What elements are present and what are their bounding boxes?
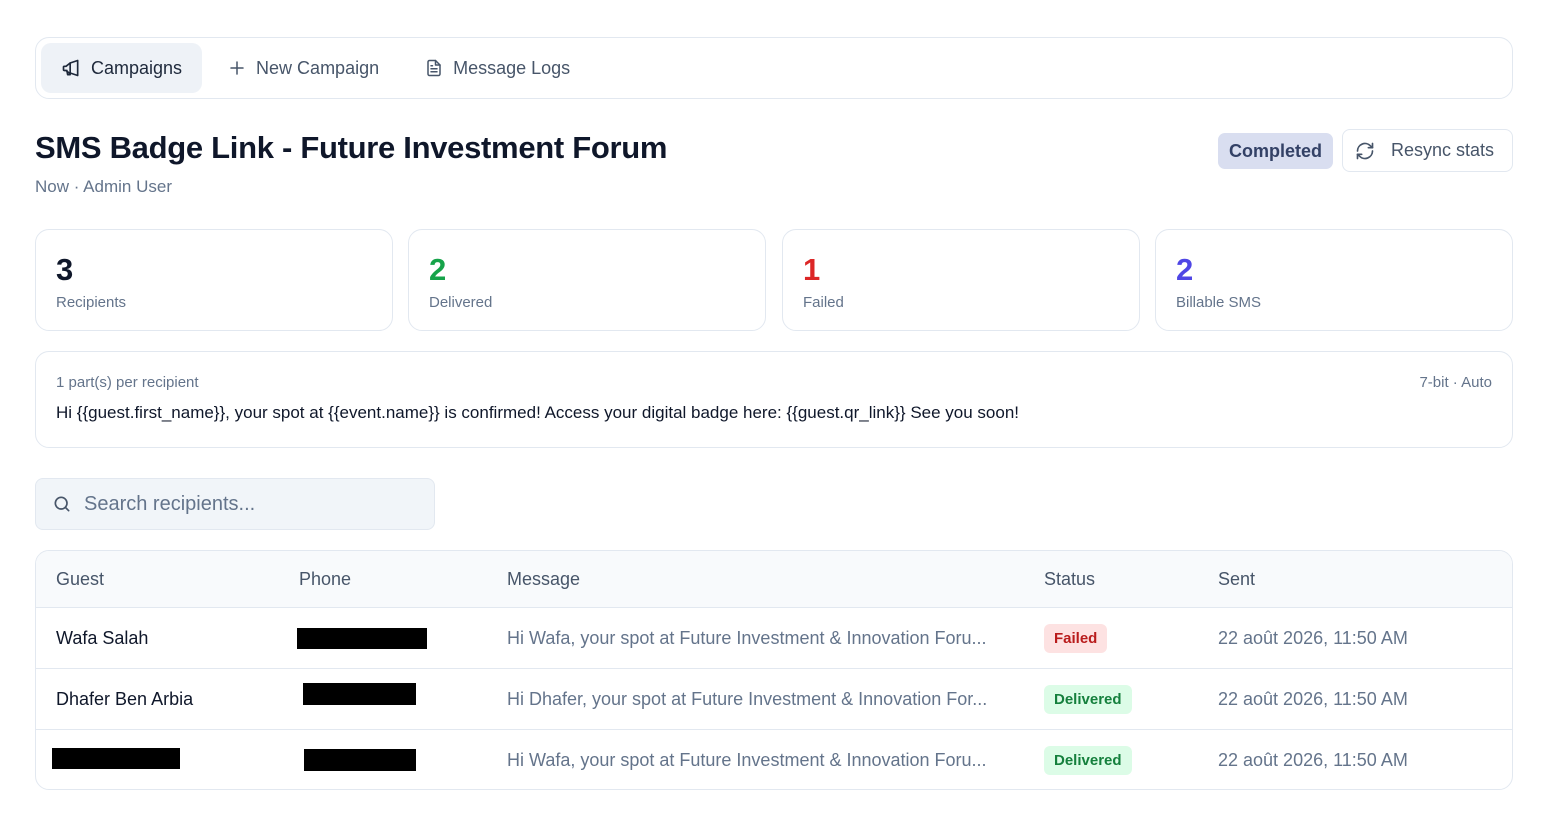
message-preview: Hi Wafa, your spot at Future Investment … (507, 627, 987, 648)
sent-timestamp: 22 août 2026, 11:50 AM (1218, 749, 1408, 770)
table-row[interactable]: Hi Wafa, your spot at Future Investment … (36, 730, 1512, 789)
stat-value: 2 (429, 252, 447, 287)
status-cell: Failed (1044, 608, 1108, 668)
message-template-card: 1 part(s) per recipient 7-bit · Auto Hi … (35, 351, 1513, 448)
phone-cell (299, 669, 416, 729)
refresh-icon (1356, 142, 1374, 159)
message-parts: 1 part(s) per recipient (56, 374, 199, 391)
stat-label: Recipients (56, 294, 127, 311)
search-box (35, 478, 435, 530)
tab-label: Message Logs (453, 57, 571, 78)
status-badge: Failed (1044, 623, 1108, 653)
stat-recipients: 3 Recipients (35, 229, 393, 331)
tab-label: Campaigns (91, 57, 183, 78)
tab-new-campaign[interactable]: New Campaign (208, 43, 399, 93)
status-cell: Delivered (1044, 669, 1132, 729)
status-cell: Delivered (1044, 730, 1132, 789)
document-icon (427, 59, 441, 77)
column-header-guest[interactable]: Guest (56, 551, 104, 607)
stat-label: Delivered (429, 294, 493, 311)
column-header-status[interactable]: Status (1044, 551, 1095, 607)
status-badge: Delivered (1044, 745, 1132, 775)
redaction-bar (304, 749, 416, 771)
recipients-table: Guest Phone Message Status Sent Wafa Sal… (35, 550, 1513, 790)
tab-campaigns[interactable]: Campaigns (41, 43, 203, 93)
column-header-sent[interactable]: Sent (1218, 551, 1255, 607)
column-header-phone[interactable]: Phone (299, 551, 351, 607)
sent-timestamp: 22 août 2026, 11:50 AM (1218, 688, 1408, 709)
stat-label: Billable SMS (1176, 294, 1262, 311)
message-preview: Hi Dhafer, your spot at Future Investmen… (507, 688, 988, 709)
megaphone-icon (62, 59, 79, 77)
stat-billable-sms: 2 Billable SMS (1155, 229, 1513, 331)
stat-delivered: 2 Delivered (408, 229, 766, 331)
message-body: Hi {{guest.first_name}}, your spot at {{… (56, 403, 1020, 422)
stat-value: 2 (1176, 252, 1194, 287)
guest-name: Dhafer Ben Arbia (56, 688, 194, 709)
resync-stats-button[interactable]: Resync stats (1342, 129, 1513, 172)
redaction-bar (303, 683, 416, 705)
sent-timestamp: 22 août 2026, 11:50 AM (1218, 627, 1408, 648)
message-preview: Hi Wafa, your spot at Future Investment … (507, 749, 987, 770)
status-badge: Delivered (1044, 684, 1132, 714)
tab-label: New Campaign (256, 57, 380, 78)
search-input[interactable] (84, 492, 414, 516)
redaction-bar (297, 627, 427, 649)
redaction-bar (52, 747, 180, 769)
guest-name: Wafa Salah (56, 627, 149, 648)
table-row[interactable]: Wafa Salah Hi Wafa, your spot at Future … (36, 608, 1512, 669)
page-title: SMS Badge Link - Future Investment Forum (35, 130, 668, 165)
page-subtitle: Now · Admin User (35, 177, 172, 196)
column-header-message[interactable]: Message (507, 551, 580, 607)
resync-label: Resync stats (1391, 140, 1495, 160)
status-badge: Completed (1218, 133, 1334, 169)
phone-cell (299, 730, 416, 789)
campaign-nav-tabs: Campaigns New Campaign Message Logs (35, 37, 1513, 99)
guest-name-cell (52, 730, 180, 789)
stat-label: Failed (803, 294, 844, 311)
table-header: Guest Phone Message Status Sent (36, 551, 1512, 608)
stat-value: 3 (56, 252, 74, 287)
message-encoding: 7-bit · Auto (1419, 374, 1492, 391)
table-row[interactable]: Dhafer Ben Arbia Hi Dhafer, your spot at… (36, 669, 1512, 730)
phone-cell (297, 608, 427, 668)
plus-icon (230, 61, 244, 75)
search-icon (54, 496, 70, 512)
tab-message-logs[interactable]: Message Logs (405, 43, 590, 93)
stat-value: 1 (803, 252, 821, 287)
stat-failed: 1 Failed (782, 229, 1140, 331)
